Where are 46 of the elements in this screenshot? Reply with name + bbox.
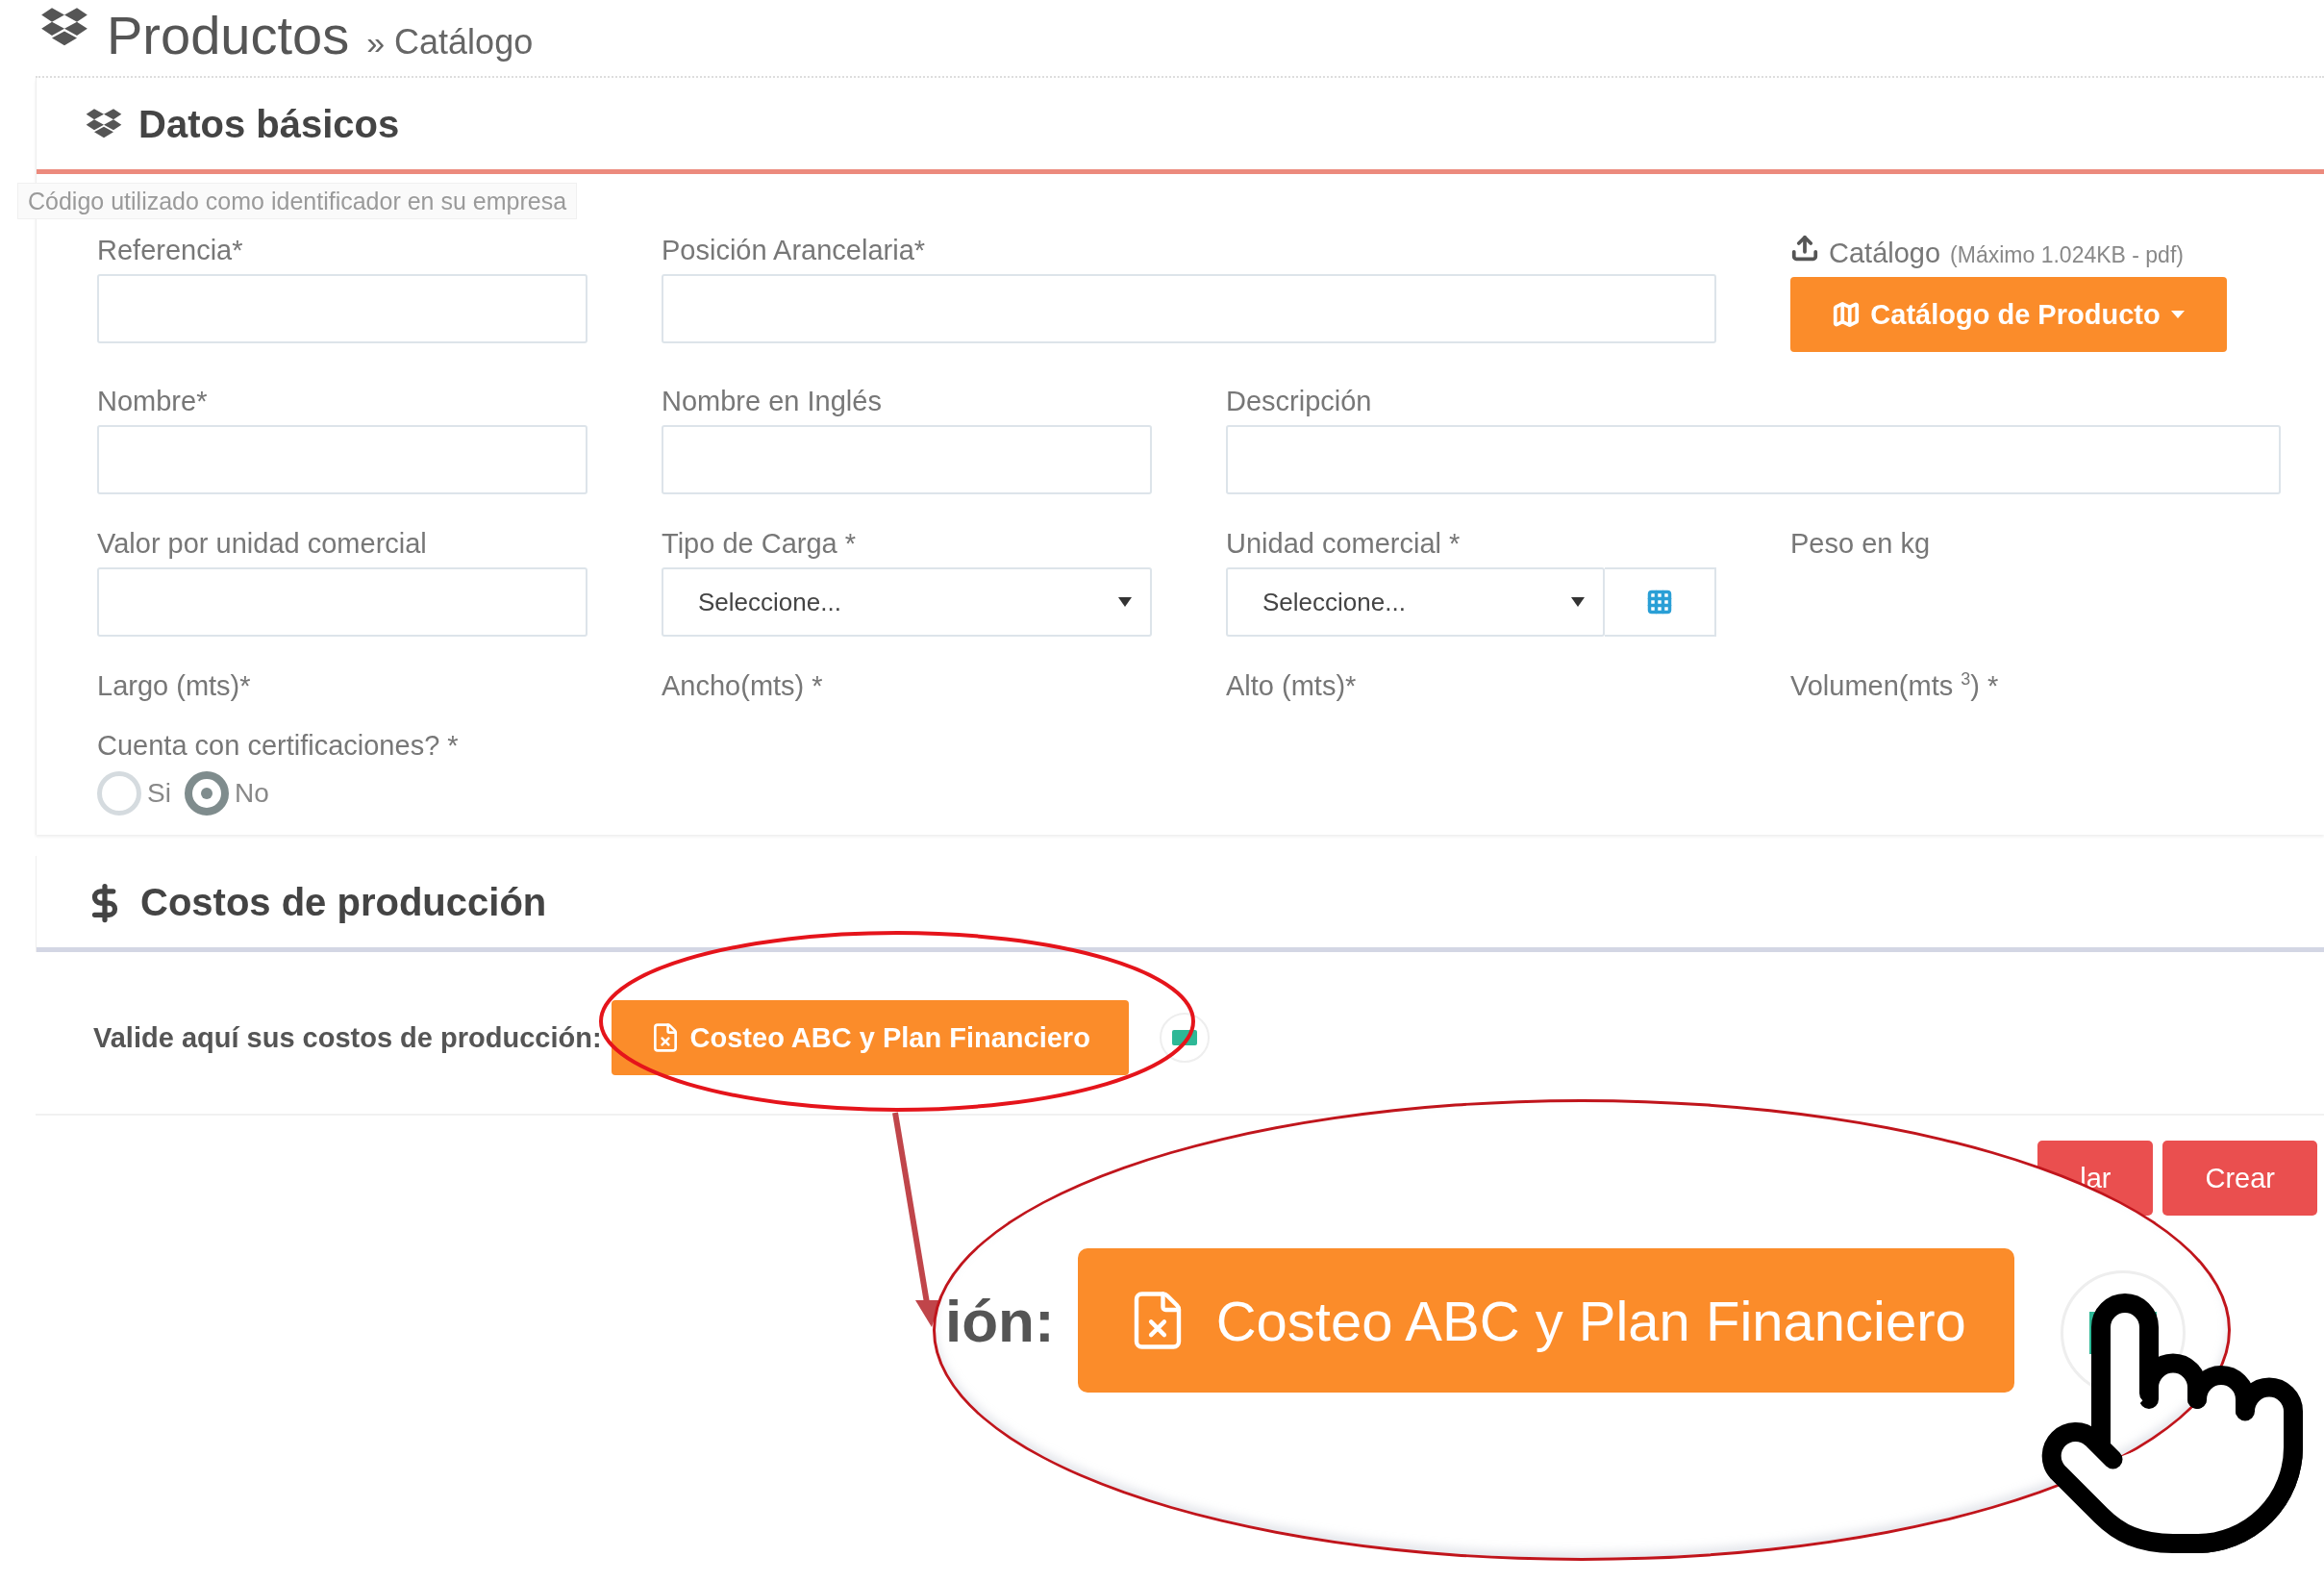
field-label: Largo (mts)* (97, 669, 252, 702)
field-label: Cuenta con certificaciones? * (97, 729, 460, 762)
field-label: Peso en kg (1790, 527, 1932, 560)
inset-label: ión: (945, 1286, 1055, 1355)
field-label: Volumen(mts $^{3}$) * (1790, 669, 2000, 702)
caret-icon (1570, 596, 1586, 608)
text-input[interactable] (97, 567, 587, 637)
field-label: Tipo de Carga * (662, 527, 858, 560)
breadcrumb-separator: » (366, 24, 386, 62)
upload-icon (1790, 234, 1819, 263)
section-title: Datos básicos (138, 103, 400, 146)
breadcrumb[interactable]: Catálogo (394, 22, 534, 63)
field-label: Unidad comercial * (1226, 527, 1462, 560)
field-label: Posición Arancelaria* (662, 234, 927, 266)
grid-icon (1646, 589, 1673, 615)
field-label: Nombre en Inglés (662, 385, 883, 417)
page-title: Productos (107, 4, 350, 66)
radio-button[interactable] (184, 771, 229, 816)
field-label: Descripción (1226, 385, 1373, 417)
text-input[interactable] (97, 425, 587, 494)
field-label: Nombre* (97, 385, 209, 417)
map-icon (1832, 300, 1862, 329)
field-label: Catálogo (1829, 237, 1941, 269)
action-button[interactable]: Crear (2162, 1141, 2317, 1216)
text-input[interactable] (1226, 425, 2281, 494)
catalog-dropdown-button[interactable]: Catálogo de Producto (1790, 277, 2227, 352)
text-input[interactable] (97, 274, 587, 343)
field-label: Alto (mts)* (1226, 669, 1358, 702)
select-field[interactable]: Seleccione... (1226, 567, 1605, 637)
text-input[interactable] (662, 425, 1152, 494)
select-field[interactable]: Seleccione... (662, 567, 1152, 637)
field-label: Ancho(mts) * (662, 669, 824, 702)
field-label: Referencia* (97, 234, 244, 266)
grid-button[interactable] (1605, 567, 1716, 637)
radio-label: Si (147, 778, 171, 809)
field-label: Valor por unidad comercial (97, 527, 428, 560)
radio-label: No (234, 778, 269, 809)
section-title: Costos de producción (140, 881, 547, 924)
caret-icon (1117, 596, 1133, 608)
costs-prompt: Valide aquí sus costos de producción: (93, 1021, 602, 1054)
caret-icon (2169, 310, 2186, 319)
tooltip: Código utilizado como identificador en su empresa (17, 183, 578, 219)
text-input[interactable] (662, 274, 1716, 343)
costing-button[interactable]: Costeo ABC y Plan Financiero (611, 1000, 1129, 1075)
costing-button[interactable]: Costeo ABC y Plan Financiero (1077, 1248, 2014, 1393)
size-note: (Máximo 1.024KB - pdf) (1950, 242, 2184, 268)
